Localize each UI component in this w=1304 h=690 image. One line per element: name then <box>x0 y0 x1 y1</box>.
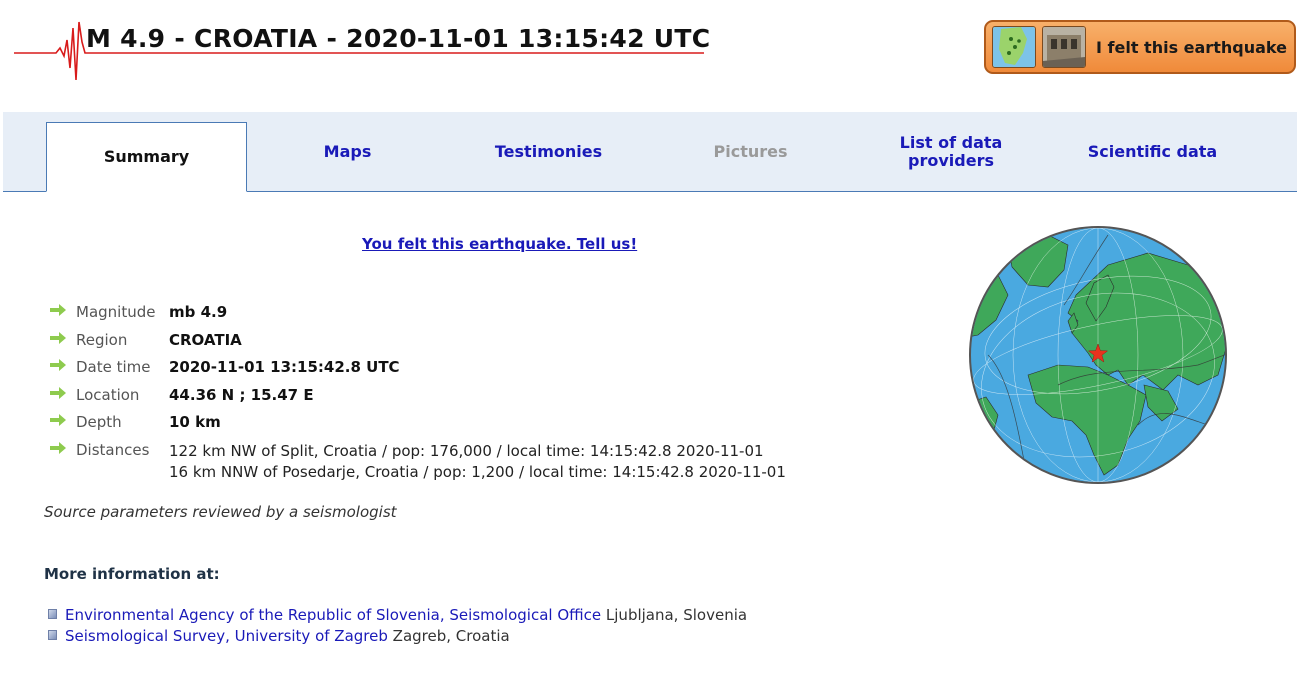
tab-label: Maps <box>323 142 372 161</box>
tab-label: Scientific data <box>1087 142 1218 161</box>
green-arrow-icon <box>50 441 66 454</box>
param-value: CROATIA <box>169 330 242 349</box>
info-link-row: Seismological Survey, University of Zagr… <box>48 627 510 645</box>
green-arrow-icon <box>50 331 66 344</box>
felt-button-label: I felt this earthquake <box>1096 37 1287 57</box>
info-link-row: Environmental Agency of the Republic of … <box>48 606 747 624</box>
distance-line: 16 km NNW of Posedarje, Croatia / pop: 1… <box>169 462 786 481</box>
tab-summary[interactable]: Summary <box>46 122 247 192</box>
tab-scientific-data[interactable]: Scientific data <box>1052 112 1253 192</box>
page-bullet-icon <box>48 630 57 640</box>
tab-pictures: Pictures <box>650 112 851 192</box>
param-label: Depth <box>76 413 122 431</box>
distance-line: 122 km NW of Split, Croatia / pop: 176,0… <box>169 441 764 460</box>
param-label: Distances <box>76 440 150 459</box>
more-info-heading: More information at: <box>44 565 220 583</box>
green-arrow-icon <box>50 304 66 316</box>
review-note: Source parameters reviewed by a seismolo… <box>44 503 397 521</box>
param-value: 10 km <box>169 413 221 431</box>
green-arrow-icon <box>50 386 66 399</box>
green-arrow-icon <box>50 359 66 371</box>
param-value: mb 4.9 <box>169 303 228 321</box>
agency-city: Ljubljana, Slovenia <box>605 606 748 624</box>
damage-photo-thumbnail-icon <box>1042 26 1086 68</box>
map-thumbnail-icon <box>992 26 1036 68</box>
tab-testimonies[interactable]: Testimonies <box>448 112 649 192</box>
tab-maps[interactable]: Maps <box>247 112 448 192</box>
tab-data-providers[interactable]: List of data providers <box>851 112 1051 192</box>
param-label: Date time <box>76 358 151 376</box>
tell-us-link[interactable]: You felt this earthquake. Tell us! <box>362 235 637 253</box>
param-label: Region <box>76 330 128 349</box>
globe-map <box>969 226 1227 484</box>
page-title: M 4.9 - CROATIA - 2020-11-01 13:15:42 UT… <box>86 24 711 53</box>
agency-link[interactable]: Seismological Survey, University of Zagr… <box>65 627 388 645</box>
param-label: Location <box>76 385 140 404</box>
agency-link[interactable]: Environmental Agency of the Republic of … <box>65 606 601 624</box>
tab-label: List of data providers <box>899 133 1003 170</box>
param-value: 2020-11-01 13:15:42.8 UTC <box>169 358 400 376</box>
param-label: Magnitude <box>76 303 156 321</box>
tab-bar: Summary Maps Testimonies Pictures List o… <box>3 112 1297 192</box>
page-bullet-icon <box>48 609 57 619</box>
green-arrow-icon <box>50 414 66 426</box>
agency-city: Zagreb, Croatia <box>392 627 510 645</box>
tab-label: Summary <box>103 147 190 166</box>
felt-earthquake-button[interactable]: I felt this earthquake <box>984 20 1296 74</box>
param-value: 44.36 N ; 15.47 E <box>169 385 314 404</box>
tab-label: Pictures <box>713 142 788 161</box>
tab-label: Testimonies <box>494 142 603 161</box>
distances-list: 122 km NW of Split, Croatia / pop: 176,0… <box>169 441 786 483</box>
